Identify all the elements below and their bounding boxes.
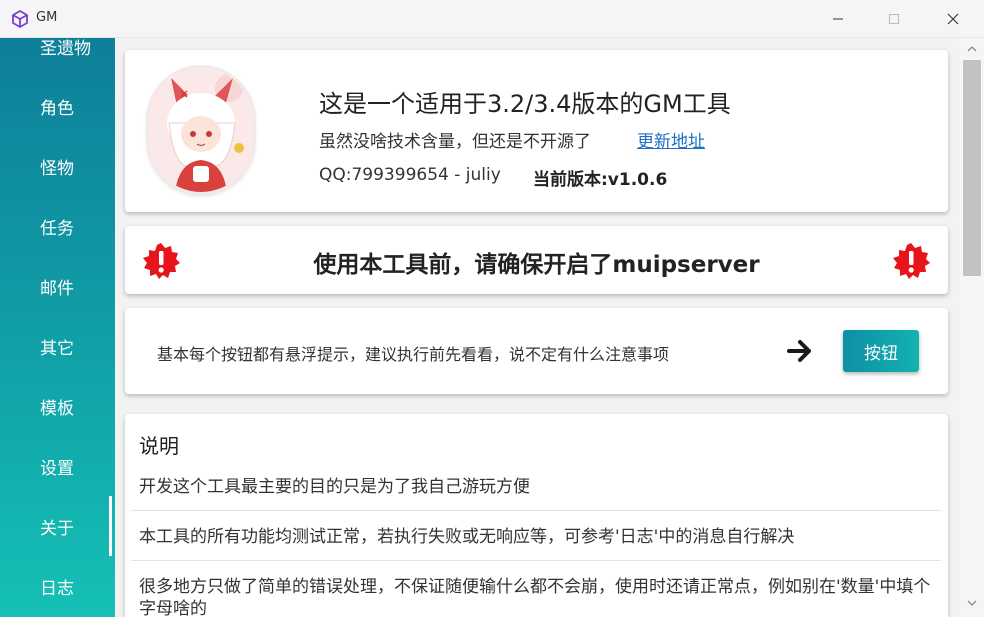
list-item: 本工具的所有功能均测试正常，若执行失败或无响应等，可参考'日志'中的消息自行解决 — [139, 527, 795, 547]
sidebar-item-other[interactable]: 其它 — [0, 316, 115, 376]
sidebar-item-label: 角色 — [40, 98, 74, 119]
list-item: 开发这个工具最主要的目的只是为了我自己游玩方便 — [139, 477, 530, 497]
sidebar-item-about[interactable]: 关于 — [0, 496, 115, 556]
version-label: 当前版本:v1.0.6 — [533, 170, 668, 190]
warning-card: 使用本工具前，请确保开启了muipserver — [125, 226, 948, 294]
tip-card: 基本每个按钮都有悬浮提示，建议执行前先看看，说不定有什么注意事项 按钮 — [125, 308, 948, 394]
maximize-icon — [888, 10, 900, 29]
sidebar-item-label: 其它 — [40, 338, 74, 359]
sidebar: 圣遗物 角色 怪物 任务 邮件 其它 模板 设置 关于 日志 — [0, 38, 115, 617]
sidebar-item-log[interactable]: 日志 — [0, 556, 115, 616]
warning-text: 使用本工具前，请确保开启了muipserver — [313, 252, 760, 278]
divider — [131, 510, 941, 511]
title-bar: GM — [0, 0, 984, 38]
cube-icon — [10, 9, 30, 29]
tip-text: 基本每个按钮都有悬浮提示，建议执行前先看看，说不定有什么注意事项 — [157, 345, 670, 364]
scroll-thumb[interactable] — [963, 60, 981, 276]
scroll-up-icon[interactable] — [965, 42, 979, 56]
arrow-right-icon — [787, 339, 813, 363]
sidebar-item-templates[interactable]: 模板 — [0, 376, 115, 436]
sidebar-item-label: 设置 — [40, 458, 74, 479]
selected-indicator — [109, 496, 112, 556]
minimize-icon — [832, 10, 844, 29]
scroll-down-icon[interactable] — [965, 596, 979, 610]
divider — [131, 560, 941, 561]
list-item: 很多地方只做了简单的错误处理，不保证随便输什么都不会崩，使用时还请正常点，例如别… — [139, 577, 931, 617]
vertical-scrollbar[interactable] — [960, 38, 984, 617]
sidebar-item-artifacts[interactable]: 圣遗物 — [0, 38, 115, 76]
qq-contact: QQ:799399654 - juliy — [319, 165, 501, 185]
demo-button[interactable]: 按钮 — [843, 330, 919, 372]
sidebar-item-label: 关于 — [40, 518, 74, 539]
sidebar-item-label: 模板 — [40, 398, 74, 419]
sidebar-item-label: 圣遗物 — [40, 38, 91, 59]
close-button[interactable] — [930, 0, 976, 38]
main-content: × 这是一个适用于3.2/3.4版本的GM工具 虽然没啥技术含量，但还是不开源了… — [115, 38, 960, 617]
description-title: 说明 — [139, 434, 179, 458]
alert-badge-icon — [891, 241, 931, 281]
sidebar-item-label: 怪物 — [40, 158, 74, 179]
description-card: 说明 开发这个工具最主要的目的只是为了我自己游玩方便 本工具的所有功能均测试正常… — [125, 414, 948, 617]
sidebar-item-label: 日志 — [40, 578, 74, 599]
about-card: × 这是一个适用于3.2/3.4版本的GM工具 虽然没啥技术含量，但还是不开源了… — [125, 50, 948, 212]
sidebar-item-label: 任务 — [40, 218, 74, 239]
svg-text:×: × — [179, 87, 189, 101]
minimize-button[interactable] — [815, 0, 861, 38]
sidebar-item-mail[interactable]: 邮件 — [0, 256, 115, 316]
sidebar-item-settings[interactable]: 设置 — [0, 436, 115, 496]
close-icon — [947, 10, 959, 29]
update-link[interactable]: 更新地址 — [637, 127, 705, 152]
about-subtitle: 虽然没啥技术含量，但还是不开源了 — [319, 132, 591, 152]
sidebar-item-quests[interactable]: 任务 — [0, 196, 115, 256]
maximize-button[interactable] — [871, 0, 917, 38]
sidebar-item-monsters[interactable]: 怪物 — [0, 136, 115, 196]
sidebar-item-characters[interactable]: 角色 — [0, 76, 115, 136]
sidebar-item-label: 邮件 — [40, 278, 74, 299]
window-title: GM — [36, 10, 58, 25]
about-title: 这是一个适用于3.2/3.4版本的GM工具 — [319, 90, 731, 118]
avatar: × — [149, 68, 253, 192]
